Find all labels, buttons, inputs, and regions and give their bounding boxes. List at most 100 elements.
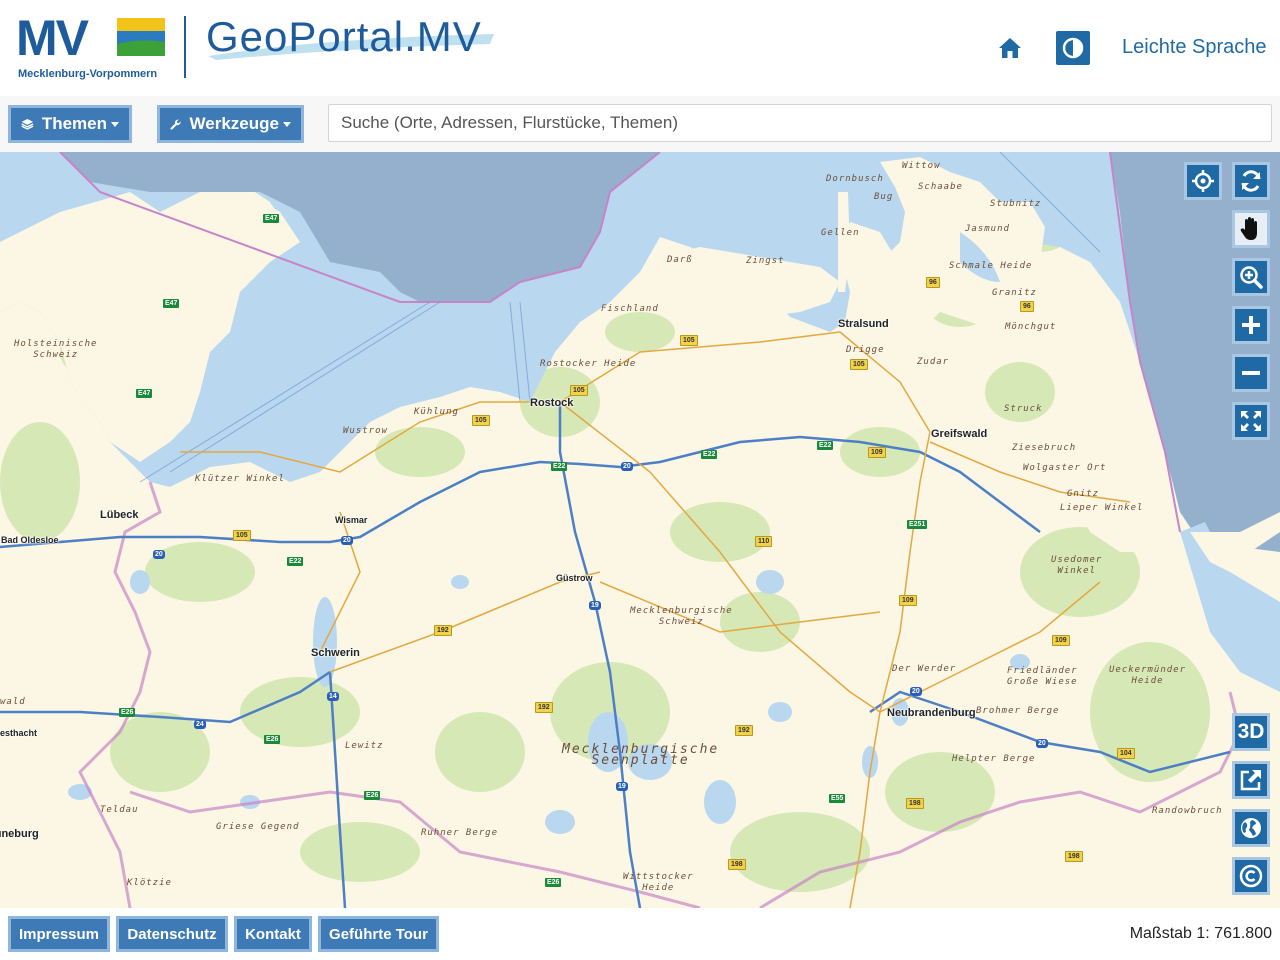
landscape-label-line: Holsteinische [14, 339, 98, 349]
refresh-icon [1241, 170, 1261, 192]
header: MV Mecklenburg-Vorpommern GeoPortal.MV L… [0, 0, 1280, 96]
federal-road-shield: 109 [899, 595, 917, 606]
landscape-label: Jasmund [965, 224, 1010, 234]
landscape-label: Rostocker Heide [540, 359, 637, 369]
mv-logo[interactable]: MV Mecklenburg-Vorpommern [16, 12, 168, 84]
autobahn-shield: 14 [327, 692, 339, 701]
landscape-label: Gnitz [1067, 489, 1100, 499]
landscape-label: Griese Gegend [216, 822, 300, 832]
europe-route-shield: E47 [263, 214, 280, 223]
three-d-button[interactable]: 3D [1232, 713, 1270, 751]
europe-route-shield: E22 [701, 450, 718, 459]
city-label: Lüneburg [0, 828, 39, 840]
refresh-button[interactable] [1232, 162, 1270, 200]
landscape-label-line: Große Wiese [1007, 677, 1078, 687]
federal-road-shield: 105 [850, 359, 868, 370]
autobahn-shield: 20 [1036, 739, 1048, 748]
federal-road-shield: 192 [434, 625, 452, 636]
landscape-label: Zingst [746, 256, 785, 266]
city-label: Rostock [530, 397, 574, 409]
landscape-label: Fischland [601, 304, 659, 314]
landscape-label: Darß [667, 255, 693, 265]
toolbar: Themen Werkzeuge [0, 96, 1280, 152]
federal-road-shield: 110 [755, 536, 773, 547]
landscape-label: Wolgaster Ort [1023, 463, 1107, 473]
europe-route-shield: E251 [907, 520, 928, 529]
easy-language-link[interactable]: Leichte Sprache [1122, 36, 1267, 59]
zoom-out-button[interactable] [1232, 354, 1270, 392]
landscape-label: Randowbruch [1152, 806, 1223, 816]
impressum-button[interactable]: Impressum [8, 916, 110, 952]
landscape-label-line: Schweiz [33, 350, 79, 360]
landscape-label: Ueckermünder Heide [1109, 665, 1186, 687]
europe-route-shield: E55 [829, 794, 846, 803]
globe-icon [1241, 818, 1261, 838]
zoom-box-button[interactable] [1232, 258, 1270, 296]
landscape-label-line: Ueckermünder [1109, 665, 1187, 675]
fullscreen-button[interactable] [1232, 402, 1270, 440]
federal-road-shield: 104 [1117, 748, 1135, 759]
footer: Impressum Datenschutz Kontakt Geführte T… [0, 908, 1280, 960]
globe-button[interactable] [1232, 809, 1270, 847]
city-label: Neubrandenburg [887, 707, 976, 719]
autobahn-shield: 20 [341, 536, 353, 545]
contrast-icon [1062, 37, 1084, 59]
zoom-in-magnifier-icon [1240, 266, 1263, 289]
federal-road-shield: 105 [233, 530, 251, 541]
city-label: esthacht [0, 728, 38, 738]
guided-tour-button[interactable]: Geführte Tour [318, 916, 439, 952]
layers-icon [21, 119, 34, 130]
map-view[interactable]: Stralsund Rostock Greifswald Lübeck Bad … [0, 152, 1280, 908]
federal-road-shield: 109 [868, 447, 886, 458]
federal-road-shield: 105 [680, 335, 698, 346]
autobahn-shield: 20 [910, 687, 922, 696]
share-button[interactable] [1232, 761, 1270, 799]
home-button[interactable] [996, 34, 1024, 62]
federal-road-shield: 192 [735, 725, 753, 736]
portal-title[interactable]: GeoPortal.MV [206, 12, 494, 62]
plus-icon [1242, 316, 1260, 334]
crosshair-icon [1192, 170, 1214, 192]
autobahn-shield: 20 [153, 550, 165, 559]
landscape-label: Helpter Berge [952, 754, 1036, 764]
federal-road-shield: 198 [1065, 851, 1083, 862]
federal-road-shield: 198 [906, 798, 924, 809]
europe-route-shield: E26 [264, 735, 281, 744]
europe-route-shield: E26 [545, 878, 562, 887]
landscape-label: Brohmer Berge [976, 706, 1060, 716]
landscape-label: Lewitz [345, 741, 384, 751]
landscape-label: Dornbusch [826, 174, 884, 184]
themes-button[interactable]: Themen [8, 105, 132, 143]
tools-button[interactable]: Werkzeuge [157, 105, 304, 143]
landscape-label: Ziesebruch [1012, 443, 1077, 453]
minus-icon [1242, 371, 1260, 375]
contact-button[interactable]: Kontakt [234, 916, 312, 952]
search-input[interactable] [328, 104, 1272, 142]
basemap[interactable] [0, 152, 1280, 908]
federal-road-shield: 105 [570, 385, 588, 396]
autobahn-shield: 20 [621, 462, 633, 471]
europe-route-shield: E47 [136, 389, 153, 398]
landscape-label: Der Werder [892, 664, 957, 674]
city-label: Güstrow [556, 573, 593, 583]
landscape-label: Holsteinische Schweiz [14, 339, 97, 361]
landscape-label: Gellen [821, 228, 860, 238]
federal-road-shield: 105 [472, 415, 490, 426]
contrast-button[interactable] [1056, 31, 1090, 65]
landscape-label-line: Heide [1131, 676, 1164, 686]
landscape-label: Mecklenburgische Seenplatte [562, 743, 719, 767]
federal-road-shield: 96 [926, 277, 940, 288]
landscape-label-line: Usedomer [1051, 555, 1103, 565]
landscape-label-line: Winkel [1057, 566, 1096, 576]
locate-button[interactable] [1184, 162, 1222, 200]
pan-button[interactable] [1232, 210, 1270, 248]
landscape-label: Klützer Winkel [195, 474, 285, 484]
copyright-button[interactable] [1232, 857, 1270, 895]
chevron-down-icon [283, 121, 291, 127]
privacy-button[interactable]: Datenschutz [116, 916, 228, 952]
landscape-label: Stubnitz [990, 199, 1042, 209]
zoom-in-button[interactable] [1232, 306, 1270, 344]
tools-label: Werkzeuge [189, 114, 279, 133]
hand-icon [1240, 217, 1257, 240]
federal-road-shield: 96 [1020, 301, 1034, 312]
